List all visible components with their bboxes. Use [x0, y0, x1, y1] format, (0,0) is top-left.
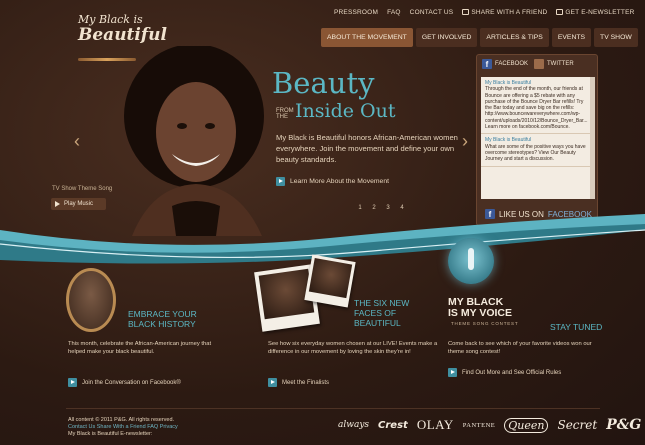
hero-title: Beauty: [272, 66, 375, 100]
feature-link-label: Find Out More and See Official Rules: [462, 369, 562, 376]
feed-scrollbar[interactable]: [590, 77, 595, 199]
share-with-friend-link[interactable]: SHARE WITH A FRIEND: [462, 9, 547, 16]
hero-subtitle: Inside Out: [295, 100, 396, 122]
feed-post: My Black is Beautiful Through the end of…: [481, 77, 595, 135]
feature-title[interactable]: STAY TUNED: [550, 322, 610, 332]
nav-events[interactable]: EVENTS: [551, 28, 592, 47]
facebook-icon: f: [482, 59, 492, 69]
feature-text: This month, celebrate the African-Americ…: [68, 341, 212, 356]
voice-logo-sub: THEME SONG CONTEST: [451, 321, 519, 326]
tab-twitter[interactable]: TWITTER: [534, 59, 574, 69]
feature-title[interactable]: THE SIX NEW FACES OF BEAUTIFUL: [354, 298, 424, 328]
nav-get-involved[interactable]: GET INVOLVED: [415, 28, 478, 47]
brand-crest-logo[interactable]: Crest: [378, 420, 408, 431]
footer-link-contact[interactable]: Contact Us: [68, 424, 95, 430]
feature-text: Come back to see which of your favorite …: [448, 341, 592, 356]
nav-about-the-movement[interactable]: ABOUT THE MOVEMENT: [321, 28, 413, 47]
arrow-icon: [448, 368, 457, 377]
brand-pg-logo[interactable]: P&G: [606, 417, 641, 433]
finalist-polaroid[interactable]: [304, 254, 356, 308]
share-icon: [462, 9, 470, 15]
brand-pantene-logo[interactable]: PANTENE: [463, 422, 496, 429]
post-text: Through the end of the month, our friend…: [485, 86, 588, 131]
social-feed[interactable]: My Black is Beautiful Through the end of…: [481, 77, 595, 199]
utility-nav: PRESSROOM FAQ CONTACT US SHARE WITH A FR…: [334, 9, 635, 16]
my-black-is-my-voice-logo: MY BLACK IS MY VOICE: [448, 297, 512, 319]
hero-prev-arrow[interactable]: ‹: [70, 130, 84, 152]
tab-facebook[interactable]: f FACEBOOK: [482, 59, 528, 69]
envelope-icon: [556, 9, 564, 15]
twitter-tab-label: TWITTER: [547, 61, 574, 67]
newsletter-label: My Black is Beautiful E-newsletter:: [68, 431, 153, 437]
meet-finalists-link[interactable]: Meet the Finalists: [268, 378, 329, 387]
post-text: What are some of the positive ways you h…: [485, 143, 586, 163]
hero-from-the: FROM THE: [276, 108, 294, 120]
arrow-icon: [268, 378, 277, 387]
pressroom-link[interactable]: PRESSROOM: [334, 9, 378, 16]
black-history-photo[interactable]: [66, 268, 116, 332]
footer-links: Contact Us Share With a Friend FAQ Priva…: [68, 424, 178, 431]
newsletter-link[interactable]: GET E-NEWSLETTER: [556, 9, 634, 16]
finalist-photo: [308, 258, 353, 299]
nav-articles-tips[interactable]: ARTICLES & TIPS: [480, 28, 549, 47]
feed-post: My Black is Beautiful What are some of t…: [481, 134, 595, 167]
feature-link-label: Join the Conversation on Facebook®: [82, 379, 181, 386]
learn-more-link[interactable]: Learn More About the Movement: [276, 177, 389, 186]
learn-more-label: Learn More About the Movement: [290, 178, 389, 185]
nav-tv-show[interactable]: TV SHOW: [594, 28, 638, 47]
join-conversation-link[interactable]: Join the Conversation on Facebook®: [68, 378, 181, 387]
brand-always-logo[interactable]: always: [338, 420, 369, 430]
twitter-icon: [534, 59, 545, 69]
facebook-tab-label: FACEBOOK: [495, 61, 529, 67]
brand-secret-logo[interactable]: Secret: [557, 418, 597, 432]
footer-link-share[interactable]: Share With a Friend: [97, 424, 146, 430]
tv-theme-label: TV Show Theme Song: [52, 186, 113, 192]
logo-line2: Beautiful: [78, 25, 168, 45]
feature-link-label: Meet the Finalists: [282, 379, 330, 386]
microphone-icon: [448, 238, 494, 284]
footer-link-privacy[interactable]: Privacy: [160, 424, 178, 430]
newsletter-label: GET E-NEWSLETTER: [565, 9, 635, 16]
footer-link-faq[interactable]: FAQ: [147, 424, 158, 430]
arrow-icon: [68, 378, 77, 387]
main-nav: ABOUT THE MOVEMENT GET INVOLVED ARTICLES…: [321, 28, 638, 47]
voice-logo-line2: IS MY VOICE: [448, 307, 512, 319]
faq-link[interactable]: FAQ: [387, 9, 401, 16]
social-tabs: f FACEBOOK TWITTER: [477, 55, 597, 73]
hero-body: My Black is Beautiful honors African-Ame…: [276, 133, 458, 164]
find-out-more-link[interactable]: Find Out More and See Official Rules: [448, 368, 561, 377]
copyright: All content © 2011 P&G. All rights reser…: [68, 417, 175, 423]
footer-info: All content © 2011 P&G. All rights reser…: [68, 417, 178, 438]
contact-us-link[interactable]: CONTACT US: [410, 9, 454, 16]
arrow-icon: [276, 177, 285, 186]
feature-text: See how six everyday women chosen at our…: [268, 341, 438, 356]
brand-logos: always Crest OLAY PANTENE Queen Secret P…: [338, 417, 641, 433]
share-label: SHARE WITH A FRIEND: [471, 9, 548, 16]
brand-queen-logo[interactable]: Queen: [504, 417, 549, 433]
feature-title[interactable]: EMBRACE YOUR BLACK HISTORY: [128, 309, 218, 329]
page: PRESSROOM FAQ CONTACT US SHARE WITH A FR…: [0, 0, 645, 445]
brand-olay-logo[interactable]: OLAY: [417, 417, 454, 433]
footer-divider: [66, 408, 600, 409]
